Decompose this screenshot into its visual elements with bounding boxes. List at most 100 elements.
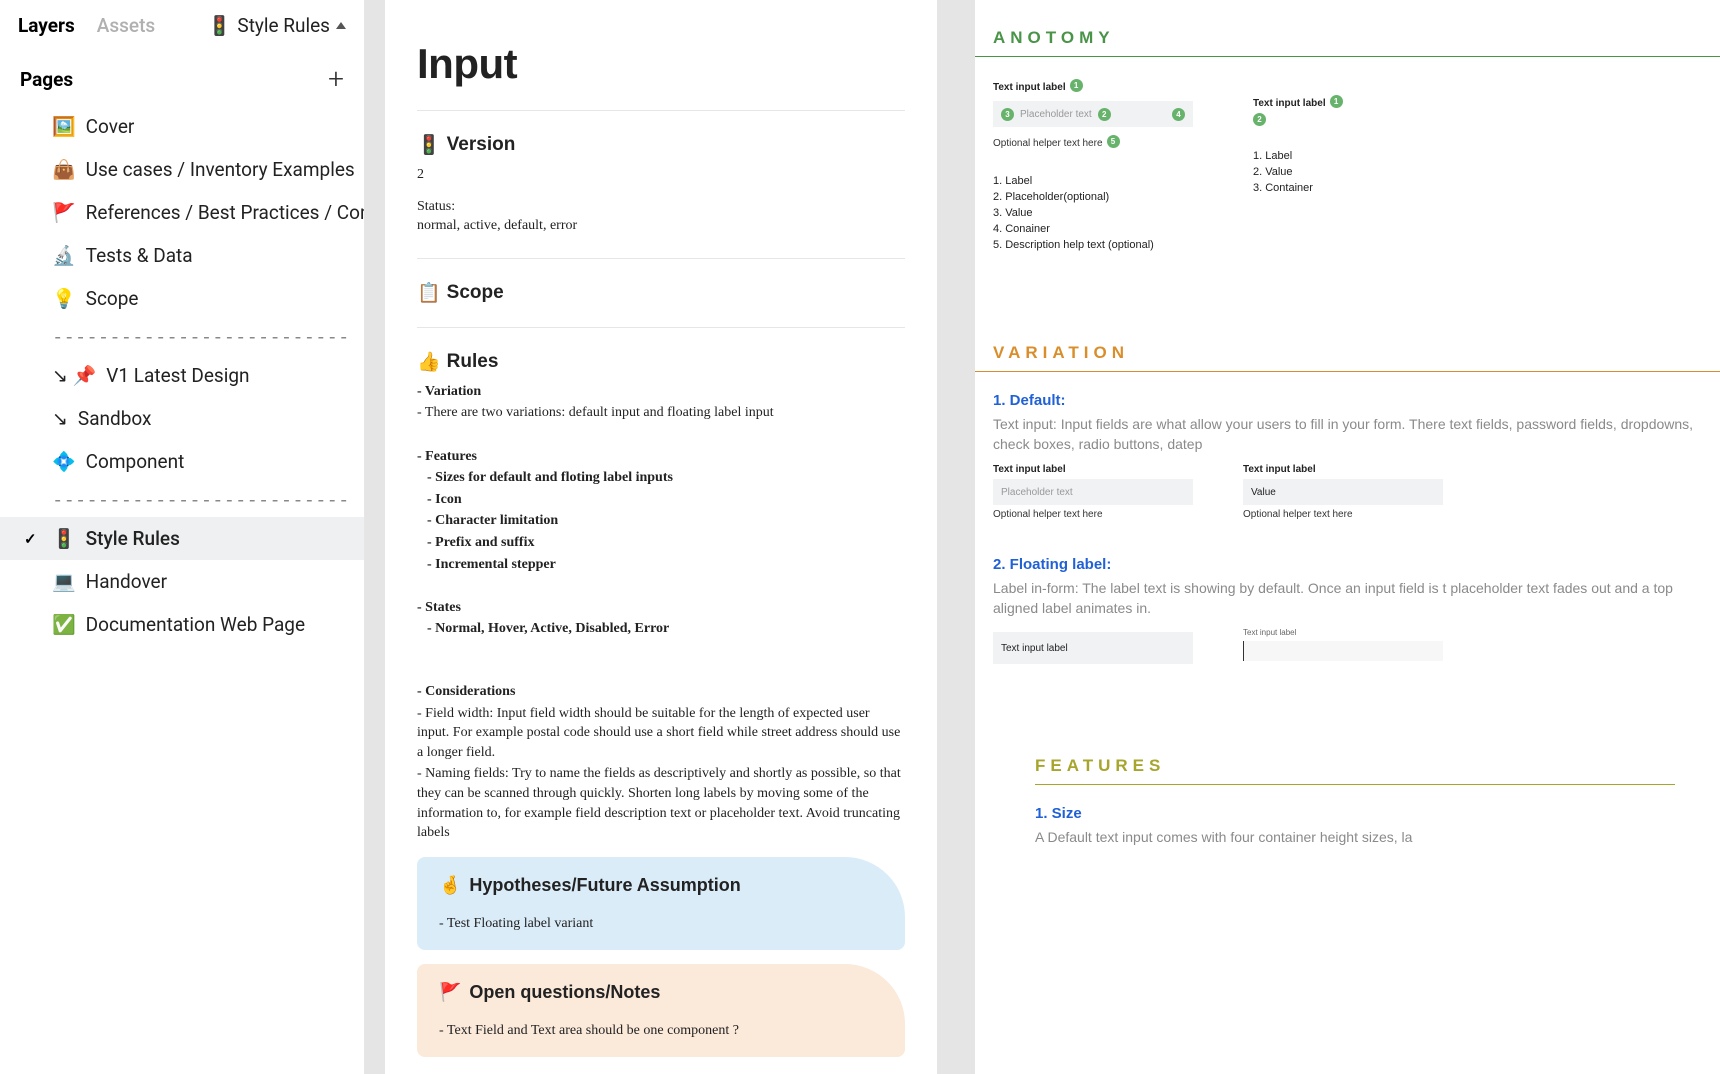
- page-item[interactable]: ↘ 📌 V1 Latest Design: [0, 354, 364, 397]
- page-item[interactable]: ✓🚦Style Rules: [0, 517, 364, 560]
- page-item[interactable]: 🔬 Tests & Data: [0, 234, 364, 277]
- section-scope: 📋 Scope: [417, 281, 905, 305]
- open-title: Open questions/Notes: [469, 982, 660, 1003]
- file-name: Style Rules: [237, 14, 330, 37]
- card-hypo-head: 🤞 Hypotheses/Future Assumption: [439, 875, 883, 896]
- variation-default-head: 1. Default:: [993, 392, 1717, 409]
- page-icon: 💻: [52, 570, 76, 593]
- anatomy-body: Text input label1 3Placeholder text24 Op…: [975, 57, 1720, 275]
- divider: [417, 258, 905, 259]
- page-icon: 🔬: [52, 244, 76, 267]
- page-item[interactable]: ✅Documentation Web Page: [0, 603, 364, 646]
- doc-frame: Input 🚦 Version 2 Status: normal, active…: [385, 0, 937, 1074]
- hypo-body: - Test Floating label variant: [439, 916, 883, 932]
- anatomy-legend-item: 3. Container: [1253, 182, 1433, 194]
- rules-cons-1: - Field width: Input field width should …: [417, 704, 905, 763]
- page-label: --------------------------: [52, 326, 349, 348]
- page-label: Handover: [86, 570, 167, 593]
- page-item[interactable]: 🖼️Cover: [0, 105, 364, 148]
- anatomy-legend-item: 4. Conainer: [993, 223, 1193, 235]
- input-label: Text input label: [993, 464, 1193, 475]
- badge-2: 2: [1098, 108, 1111, 121]
- section-variation: VARIATION: [975, 315, 1720, 372]
- helper-text: Optional helper text here: [1243, 509, 1443, 520]
- page-item[interactable]: 💠Component: [0, 440, 364, 483]
- flag-icon: 🚩: [439, 982, 461, 1003]
- variation-default-example-2: Text input label Value Optional helper t…: [1243, 464, 1443, 520]
- status-values: normal, active, default, error: [417, 216, 905, 236]
- placeholder-text: Placeholder text: [1020, 109, 1092, 120]
- page-item[interactable]: 👜 Use cases / Inventory Examples: [0, 148, 364, 191]
- rules-variation-head: - Variation: [417, 382, 905, 402]
- badge-5: 5: [1107, 135, 1120, 148]
- features-body: 1. Size A Default text input comes with …: [1035, 785, 1675, 868]
- doc-title: Input: [417, 40, 905, 88]
- page-icon: 💡: [52, 287, 76, 310]
- floating-label-small: Text input label: [1243, 628, 1443, 637]
- page-list: 🖼️Cover 👜 Use cases / Inventory Examples 🚩R…: [0, 101, 364, 646]
- page-icon: ↘: [52, 407, 68, 430]
- rules-features-head: - Features: [417, 447, 905, 467]
- sidebar-tabs: Layers Assets: [18, 14, 155, 37]
- features-size-body: A Default text input comes with four con…: [1035, 828, 1657, 848]
- variation-floating-body: Label in-form: The label text is showing…: [993, 579, 1717, 618]
- page-label: Documentation Web Page: [86, 613, 305, 636]
- section-anatomy: ANOTOMY: [975, 0, 1720, 57]
- file-selector[interactable]: 🚦 Style Rules: [208, 14, 346, 37]
- page-icon: ↘ 📌: [52, 364, 96, 387]
- page-separator: --------------------------: [0, 320, 364, 354]
- rules-cons-2: - Naming fields: Try to name the fields …: [417, 764, 905, 842]
- page-item[interactable]: ↘ Sandbox: [0, 397, 364, 440]
- page-label: V1 Latest Design: [106, 364, 249, 387]
- clipboard-icon: 📋: [417, 281, 441, 305]
- anatomy-legend-2: 1. Label2. Value3. Container: [1253, 146, 1433, 198]
- anatomy-legend-item: 2. Placeholder(optional): [993, 191, 1193, 203]
- add-page-button[interactable]: +: [328, 65, 344, 93]
- version-number: 2: [417, 165, 905, 185]
- page-item[interactable]: 💻 Handover: [0, 560, 364, 603]
- mock-input-placeholder: 3Placeholder text24: [993, 101, 1193, 127]
- page-item[interactable]: 🚩References / Best Practices / Com...: [0, 191, 364, 234]
- canvas[interactable]: Input 🚦 Version 2 Status: normal, active…: [365, 0, 1720, 1074]
- input-label: Text input label: [1243, 464, 1443, 475]
- anatomy-legend-item: 1. Label: [993, 175, 1193, 187]
- traffic-light-icon: 🚦: [208, 14, 232, 37]
- check-icon: ✓: [24, 530, 37, 548]
- chevron-up-icon: [336, 22, 346, 29]
- badge-1b: 1: [1330, 95, 1343, 108]
- badge-3: 3: [1001, 108, 1014, 121]
- anatomy-example-1: Text input label1 3Placeholder text24 Op…: [993, 77, 1193, 255]
- mock-floating-input: Text input label: [993, 632, 1193, 664]
- rules-states-body: - Normal, Hover, Active, Disabled, Error: [417, 619, 905, 639]
- page-label: Scope: [86, 287, 139, 310]
- page-label: Tests & Data: [86, 244, 193, 267]
- rules-states-head: - States: [417, 598, 905, 618]
- helper-text: Optional helper text here: [993, 509, 1193, 520]
- anatomy-legend-item: 5. Description help text (optional): [993, 239, 1193, 251]
- variation-body: 1. Default: Text input: Input fields are…: [975, 372, 1720, 688]
- hypo-title: Hypotheses/Future Assumption: [469, 875, 740, 896]
- divider: [417, 327, 905, 328]
- variation-default-example-1: Text input label Placeholder text Option…: [993, 464, 1193, 520]
- tab-assets[interactable]: Assets: [97, 14, 155, 37]
- page-item[interactable]: 💡 Scope: [0, 277, 364, 320]
- features-size-head: 1. Size: [1035, 805, 1657, 822]
- variation-floating-head: 2. Floating label:: [993, 556, 1717, 573]
- input-label: Text input label: [993, 82, 1066, 93]
- page-label: References / Best Practices / Com...: [86, 201, 364, 224]
- traffic-light-icon: 🚦: [417, 133, 441, 157]
- mock-input-value: Value: [1243, 479, 1443, 505]
- page-label: Use cases / Inventory Examples: [86, 158, 355, 181]
- tab-layers[interactable]: Layers: [18, 14, 75, 37]
- page-icon: 👜: [52, 158, 76, 181]
- rules-variation-body: - There are two variations: default inpu…: [417, 403, 905, 423]
- badge-2b: 2: [1253, 113, 1266, 126]
- anatomy-legend-item: 1. Label: [1253, 150, 1433, 162]
- page-label: --------------------------: [52, 489, 349, 511]
- card-hypotheses: 🤞 Hypotheses/Future Assumption - Test Fl…: [417, 857, 905, 950]
- page-label: Sandbox: [78, 407, 152, 430]
- rules-head: Rules: [447, 351, 499, 373]
- pages-header: Pages +: [0, 51, 364, 101]
- page-icon: 🖼️: [52, 115, 76, 138]
- page-icon: 💠: [52, 450, 76, 473]
